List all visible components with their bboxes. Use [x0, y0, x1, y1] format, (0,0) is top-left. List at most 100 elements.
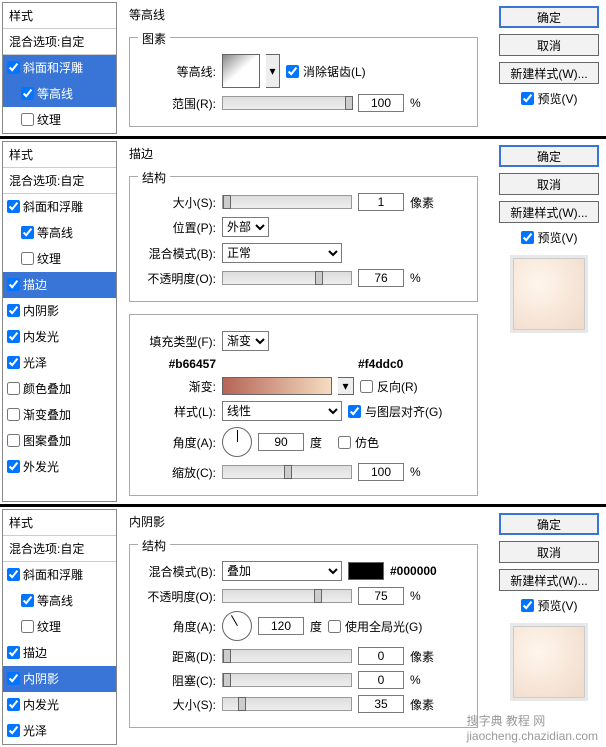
opacity-input[interactable]: [358, 587, 404, 605]
check[interactable]: [7, 698, 20, 711]
sidebar-item-stroke[interactable]: 描边: [3, 272, 116, 298]
blend-options[interactable]: 混合选项:自定: [3, 168, 116, 194]
opacity-slider[interactable]: [222, 271, 352, 285]
preview-check[interactable]: 预览(V): [521, 597, 578, 614]
opacity-slider[interactable]: [222, 589, 352, 603]
preview-checkbox[interactable]: [521, 599, 534, 612]
gradient-dropdown-arrow[interactable]: ▾: [338, 377, 354, 395]
align-checkbox[interactable]: [348, 405, 361, 418]
sidebar-item-satin[interactable]: 光泽: [3, 718, 116, 744]
preview-check[interactable]: 预览(V): [521, 90, 578, 107]
check[interactable]: [7, 382, 20, 395]
check[interactable]: [7, 724, 20, 737]
preview-checkbox[interactable]: [521, 231, 534, 244]
cancel-button[interactable]: 取消: [499, 34, 599, 56]
sidebar-item-contour[interactable]: 等高线: [3, 81, 116, 107]
sidebar-item-texture[interactable]: 纹理: [3, 246, 116, 272]
align-check[interactable]: 与图层对齐(G): [348, 403, 442, 420]
gradient-bar[interactable]: [222, 377, 332, 395]
check[interactable]: [7, 408, 20, 421]
antialias-check[interactable]: 消除锯齿(L): [286, 63, 366, 80]
ok-button[interactable]: 确定: [499, 6, 599, 28]
sidebar-item-pattern-overlay[interactable]: 图案叠加: [3, 428, 116, 454]
scale-slider[interactable]: [222, 465, 352, 479]
check-texture[interactable]: [21, 113, 34, 126]
check[interactable]: [7, 568, 20, 581]
blend-options[interactable]: 混合选项:自定: [3, 536, 116, 562]
new-style-button[interactable]: 新建样式(W)...: [499, 62, 599, 84]
blendmode-select[interactable]: 叠加: [222, 561, 342, 581]
contour-preview[interactable]: [222, 54, 260, 88]
antialias-checkbox[interactable]: [286, 65, 299, 78]
distance-slider[interactable]: [222, 649, 352, 663]
check[interactable]: [7, 646, 20, 659]
sidebar-item-bevel[interactable]: 斜面和浮雕: [3, 562, 116, 588]
check[interactable]: [7, 278, 20, 291]
new-style-button[interactable]: 新建样式(W)...: [499, 569, 599, 591]
scale-input[interactable]: [358, 463, 404, 481]
sidebar-item-inner-shadow[interactable]: 内阴影: [3, 298, 116, 324]
check[interactable]: [7, 460, 20, 473]
choke-input[interactable]: [358, 671, 404, 689]
range-input[interactable]: [358, 94, 404, 112]
check[interactable]: [21, 252, 34, 265]
sidebar-item-contour[interactable]: 等高线: [3, 588, 116, 614]
check[interactable]: [21, 226, 34, 239]
check[interactable]: [7, 672, 20, 685]
choke-slider[interactable]: [222, 673, 352, 687]
position-select[interactable]: 外部: [222, 217, 269, 237]
preview-checkbox[interactable]: [521, 92, 534, 105]
size-slider[interactable]: [222, 697, 352, 711]
range-slider[interactable]: [222, 96, 352, 110]
check[interactable]: [7, 200, 20, 213]
check[interactable]: [7, 434, 20, 447]
sidebar-item-texture[interactable]: 纹理: [3, 614, 116, 640]
ok-button[interactable]: 确定: [499, 145, 599, 167]
sidebar-item-outer-glow[interactable]: 外发光: [3, 454, 116, 480]
sidebar-item-inner-shadow[interactable]: 内阴影: [3, 666, 116, 692]
main-area: 等高线 图素 等高线: ▾ 消除锯齿(L) 范围(R): %: [127, 2, 486, 134]
angle-dial[interactable]: [222, 427, 252, 457]
angle-input[interactable]: [258, 617, 304, 635]
check-bevel[interactable]: [7, 61, 20, 74]
cancel-button[interactable]: 取消: [499, 173, 599, 195]
distance-input[interactable]: [358, 647, 404, 665]
fill-type-select[interactable]: 渐变: [222, 331, 269, 351]
global-light-checkbox[interactable]: [328, 620, 341, 633]
reverse-check[interactable]: 反向(R): [360, 378, 418, 395]
sidebar-item-stroke[interactable]: 描边: [3, 640, 116, 666]
check[interactable]: [7, 304, 20, 317]
check[interactable]: [21, 620, 34, 633]
grad-style-select[interactable]: 线性: [222, 401, 342, 421]
check[interactable]: [21, 594, 34, 607]
sidebar-item-contour[interactable]: 等高线: [3, 220, 116, 246]
sidebar-item-color-overlay[interactable]: 颜色叠加: [3, 376, 116, 402]
sidebar-item-inner-glow[interactable]: 内发光: [3, 324, 116, 350]
reverse-checkbox[interactable]: [360, 380, 373, 393]
sidebar-item-grad-overlay[interactable]: 渐变叠加: [3, 402, 116, 428]
ok-button[interactable]: 确定: [499, 513, 599, 535]
sidebar-item-inner-glow[interactable]: 内发光: [3, 692, 116, 718]
sidebar-item-bevel[interactable]: 斜面和浮雕: [3, 194, 116, 220]
check[interactable]: [7, 330, 20, 343]
check-contour[interactable]: [21, 87, 34, 100]
sidebar-item-bevel[interactable]: 斜面和浮雕: [3, 55, 116, 81]
sidebar-item-texture[interactable]: 纹理: [3, 107, 116, 133]
contour-dropdown-arrow[interactable]: ▾: [266, 54, 280, 88]
blendmode-select[interactable]: 正常: [222, 243, 342, 263]
cancel-button[interactable]: 取消: [499, 541, 599, 563]
blend-options[interactable]: 混合选项:自定: [3, 29, 116, 55]
size-slider[interactable]: [222, 195, 352, 209]
sidebar-item-satin[interactable]: 光泽: [3, 350, 116, 376]
dither-checkbox[interactable]: [338, 436, 351, 449]
angle-dial[interactable]: [222, 611, 252, 641]
size-input[interactable]: [358, 695, 404, 713]
opacity-input[interactable]: [358, 269, 404, 287]
check[interactable]: [7, 356, 20, 369]
size-input[interactable]: [358, 193, 404, 211]
angle-input[interactable]: [258, 433, 304, 451]
new-style-button[interactable]: 新建样式(W)...: [499, 201, 599, 223]
shadow-color-chip[interactable]: [348, 562, 384, 580]
dither-check[interactable]: 仿色: [338, 434, 379, 451]
preview-check[interactable]: 预览(V): [521, 229, 578, 246]
